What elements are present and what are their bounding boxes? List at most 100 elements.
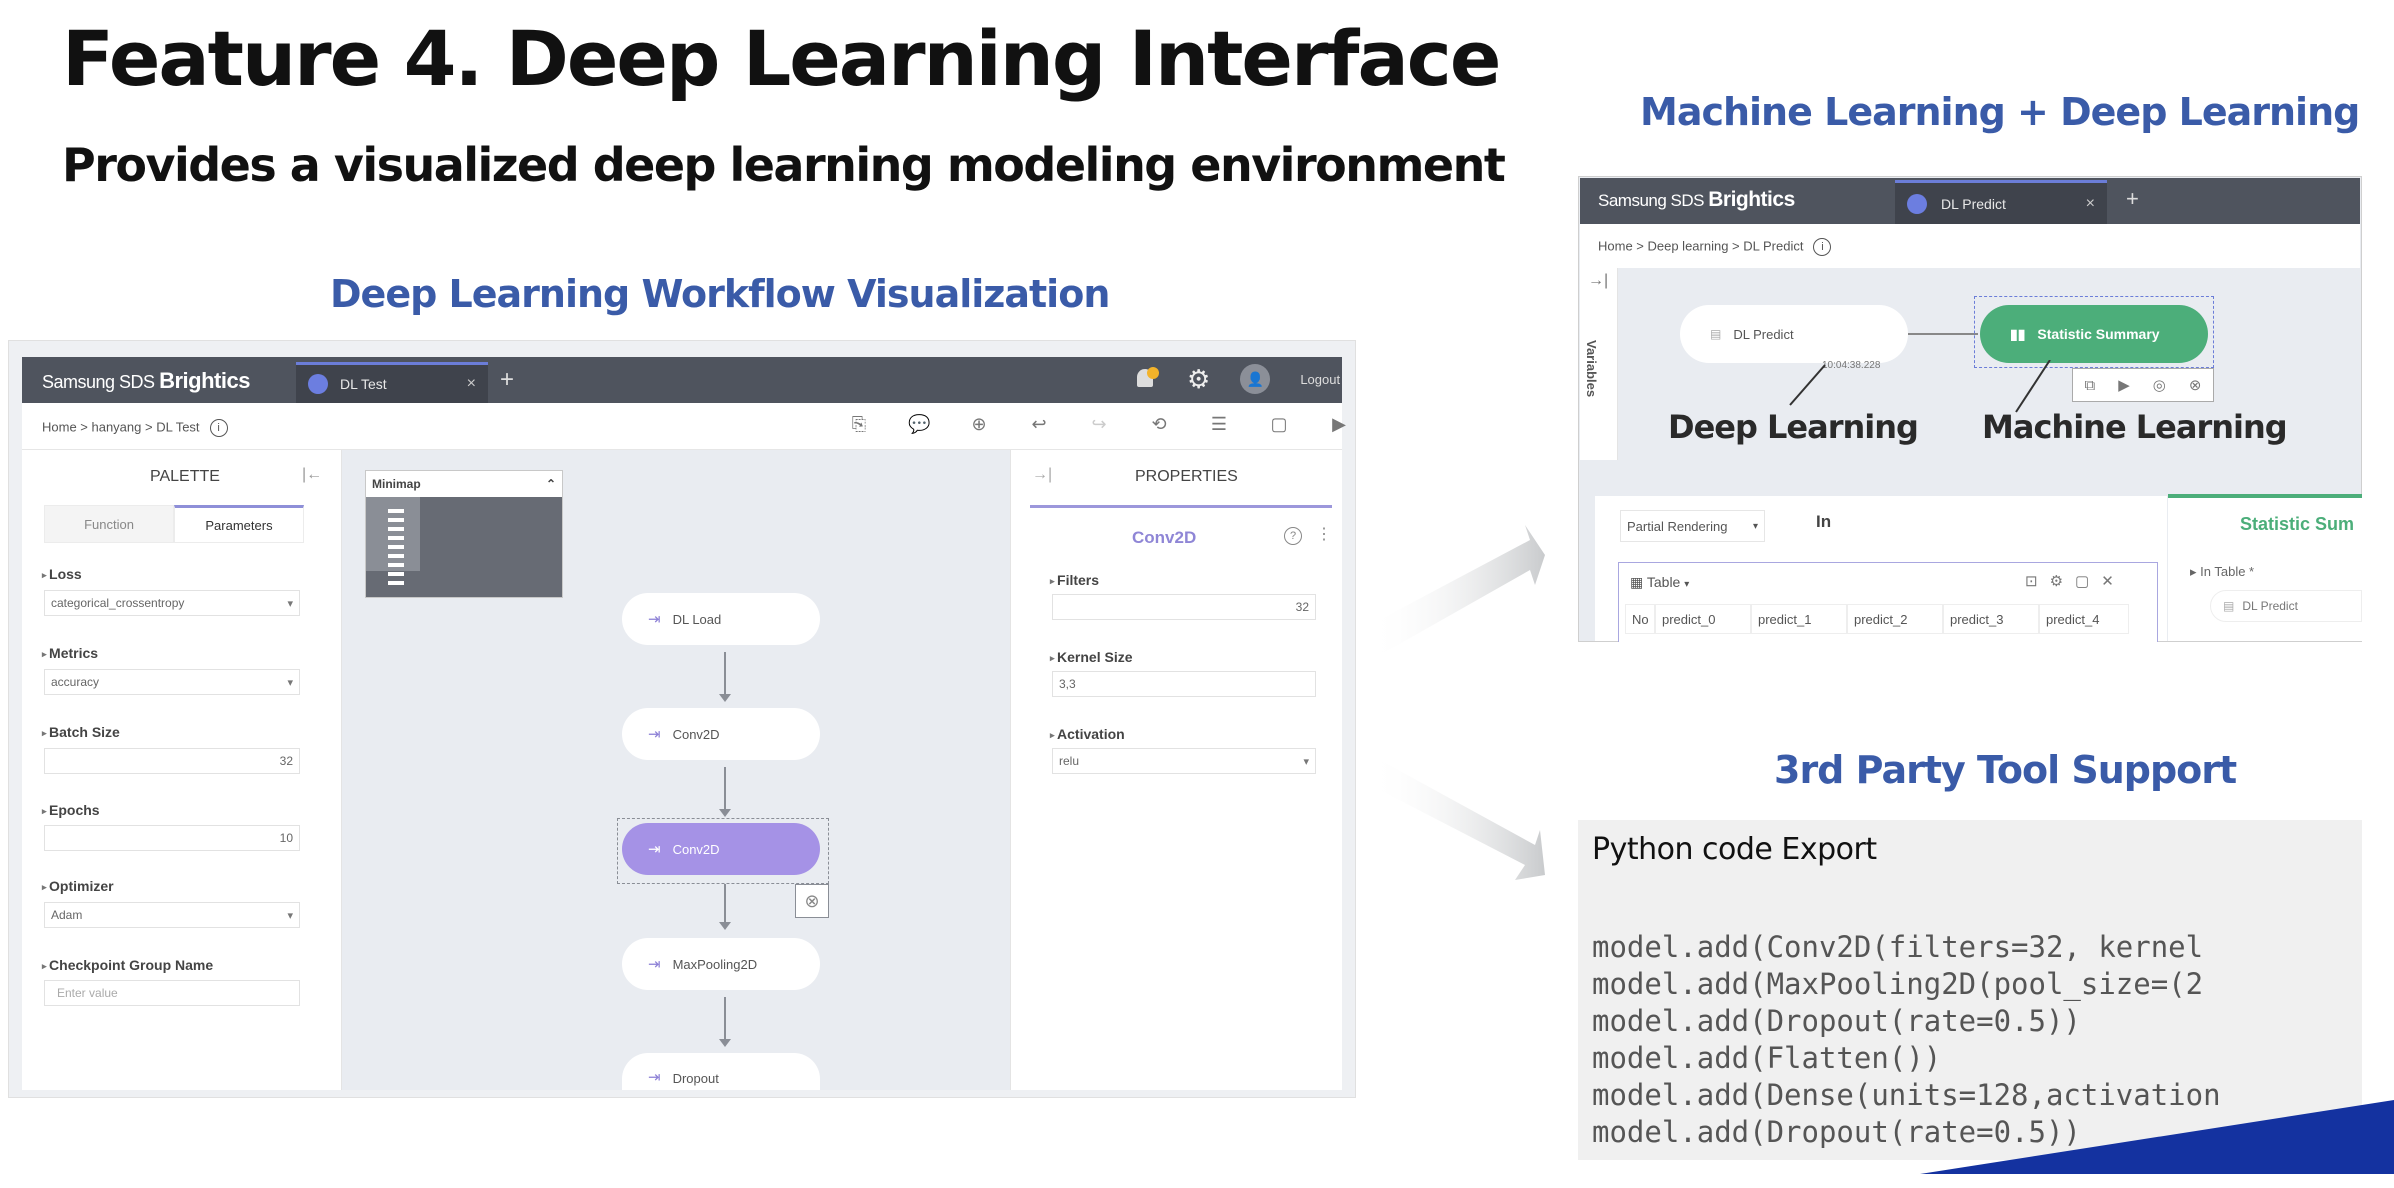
epochs-input[interactable]: 10 [44, 825, 300, 851]
breadcrumb-text[interactable]: Home > hanyang > DL Test [42, 419, 200, 434]
section-title-3rd-party: 3rd Party Tool Support [1774, 748, 2237, 792]
play-icon[interactable]: ▶ [2118, 376, 2130, 394]
metrics-select[interactable]: accuracy [44, 669, 300, 695]
node-maxpooling2d[interactable]: ⇥ MaxPooling2D [622, 938, 820, 990]
column-header[interactable]: predict_0 [1655, 604, 1751, 634]
table-actions: ⊡ ⚙ ▢ ✕ [2025, 572, 2114, 590]
flow-arrows [1370, 525, 1545, 880]
redo-icon[interactable]: ↪ [1088, 414, 1110, 435]
section-title-ml-dl: Machine Learning + Deep Learning [1640, 90, 2360, 134]
history-icon[interactable]: ⟲ [1148, 414, 1170, 435]
document-icon[interactable]: ☰ [1208, 414, 1230, 435]
avatar[interactable]: 👤 [1240, 364, 1271, 394]
partial-rendering-select[interactable]: Partial Rendering ▾ [1620, 510, 1765, 542]
tab-label: DL Predict [1941, 195, 2006, 212]
close-tab-icon[interactable]: × [2086, 195, 2095, 213]
in-table-value[interactable]: ▤ DL Predict [2210, 590, 2362, 622]
table-icon: ▦ [1630, 574, 1644, 590]
add-tab-button[interactable]: + [2126, 186, 2139, 212]
variables-tab[interactable]: Variables [1584, 340, 1599, 397]
in-table-label: ▸ In Table * [2190, 564, 2255, 579]
info-icon[interactable]: i [209, 419, 228, 437]
comment-icon[interactable]: 💬 [908, 414, 930, 435]
collapse-right-icon[interactable]: →| [1032, 466, 1052, 484]
node-dl-load[interactable]: ⇥ DL Load [622, 593, 820, 645]
annotation-deep-learning: Deep Learning [1668, 408, 1919, 446]
model-icon: ▤ [2223, 599, 2235, 613]
input-icon: ⇥ [648, 841, 661, 858]
chevron-down-icon: ▾ [1684, 579, 1690, 590]
node-conv2d-selected[interactable]: ⇥ Conv2D [622, 823, 820, 875]
edge [1908, 333, 1978, 335]
epochs-label: Epochs [42, 802, 100, 818]
optimizer-label: Optimizer [42, 878, 114, 894]
minimap[interactable]: Minimap ⌃ [365, 470, 563, 598]
in-table-text: In Table [2200, 564, 2246, 579]
tab-dl-test[interactable]: DL Test × [296, 362, 488, 403]
expand-icon[interactable]: →| [1588, 272, 1608, 290]
add-tab-button[interactable]: + [500, 366, 514, 394]
edge-arrow [719, 809, 731, 817]
breadcrumb-text[interactable]: Home > Deep learning > DL Predict [1598, 238, 1803, 253]
chevron-up-icon[interactable]: ⌃ [546, 477, 556, 491]
partial-rendering-label: Partial Rendering [1627, 518, 1728, 534]
column-header[interactable]: predict_2 [1847, 604, 1943, 634]
logout-button[interactable]: Logout [1300, 372, 1340, 387]
gear-icon[interactable]: ⚙ [2050, 572, 2063, 590]
edge-arrow [719, 1039, 731, 1047]
brand-small: Samsung SDS [1598, 191, 1705, 210]
note-icon[interactable]: ▢ [1268, 414, 1290, 435]
table-view-selector[interactable]: ▦ Table ▾ [1630, 574, 1689, 591]
info-icon[interactable]: i [1813, 238, 1832, 256]
brand-logo: Samsung SDS Brightics [42, 368, 250, 394]
column-header[interactable]: No [1625, 604, 1655, 634]
help-icon[interactable]: ? [1284, 527, 1302, 545]
canvas-toolbar: ⎘ 💬 ⊕ ↩ ↪ ⟲ ☰ ▢ ▶ [848, 414, 1350, 435]
palette-title: PALETTE [150, 468, 220, 485]
palette-tabs: Function Parameters [44, 505, 304, 543]
properties-divider [1030, 505, 1332, 508]
batch-size-input[interactable]: 32 [44, 748, 300, 774]
stop-icon[interactable]: ◎ [2153, 376, 2166, 394]
run-icon[interactable]: ▶ [1328, 414, 1350, 435]
collapse-left-icon[interactable]: |← [302, 466, 322, 484]
copy-icon[interactable]: ⧉ [2085, 377, 2096, 394]
column-header[interactable]: predict_3 [1943, 604, 2039, 634]
activation-select[interactable]: relu [1052, 748, 1316, 774]
optimizer-select[interactable]: Adam [44, 902, 300, 928]
undo-icon[interactable]: ↩ [1028, 414, 1050, 435]
filters-input[interactable]: 32 [1052, 594, 1316, 620]
node-conv2d[interactable]: ⇥ Conv2D [622, 708, 820, 760]
kernel-size-input[interactable]: 3,3 [1052, 671, 1316, 697]
code-line: model.add(Dropout(rate=0.5)) [1592, 1115, 2081, 1149]
in-table-value-text: DL Predict [2242, 599, 2298, 613]
node-dl-predict[interactable]: ▤ DL Predict [1680, 305, 1908, 363]
column-header[interactable]: predict_1 [1751, 604, 1847, 634]
more-options-icon[interactable]: ⋮ [1316, 524, 1332, 544]
tab-label: DL Test [340, 376, 387, 392]
zoom-in-icon[interactable]: ⊕ [968, 414, 990, 435]
close-tab-icon[interactable]: × [467, 375, 476, 393]
notification-bell-icon[interactable] [1135, 367, 1159, 391]
export-icon[interactable]: ⊡ [2025, 572, 2038, 590]
column-header[interactable]: predict_4 [2039, 604, 2129, 634]
gear-icon[interactable]: ⚙ [1187, 366, 1210, 392]
code-line: model.add(Flatten()) [1592, 1041, 1942, 1075]
code-export-icon[interactable]: ⎘ [848, 414, 870, 435]
checkpoint-group-input[interactable]: Enter value [44, 980, 300, 1006]
properties-title: PROPERTIES [1135, 468, 1238, 485]
tab-parameters[interactable]: Parameters [174, 505, 304, 543]
metrics-label: Metrics [42, 645, 98, 661]
close-icon[interactable]: ⊗ [2189, 376, 2202, 394]
close-icon[interactable]: ✕ [2101, 572, 2114, 590]
node-statistic-summary[interactable]: ▮▮ Statistic Summary [1980, 305, 2208, 363]
tab-function[interactable]: Function [44, 505, 174, 543]
tab-dl-predict[interactable]: DL Predict × [1895, 180, 2107, 224]
node-label: DL Predict [1733, 326, 1794, 342]
delete-node-button[interactable]: ⊗ [795, 884, 829, 918]
maximize-icon[interactable]: ▢ [2075, 572, 2089, 590]
filters-label: Filters [1050, 572, 1099, 588]
node-dropout[interactable]: ⇥ Dropout [622, 1053, 820, 1090]
edge [724, 997, 726, 1039]
loss-select[interactable]: categorical_crossentropy [44, 590, 300, 616]
